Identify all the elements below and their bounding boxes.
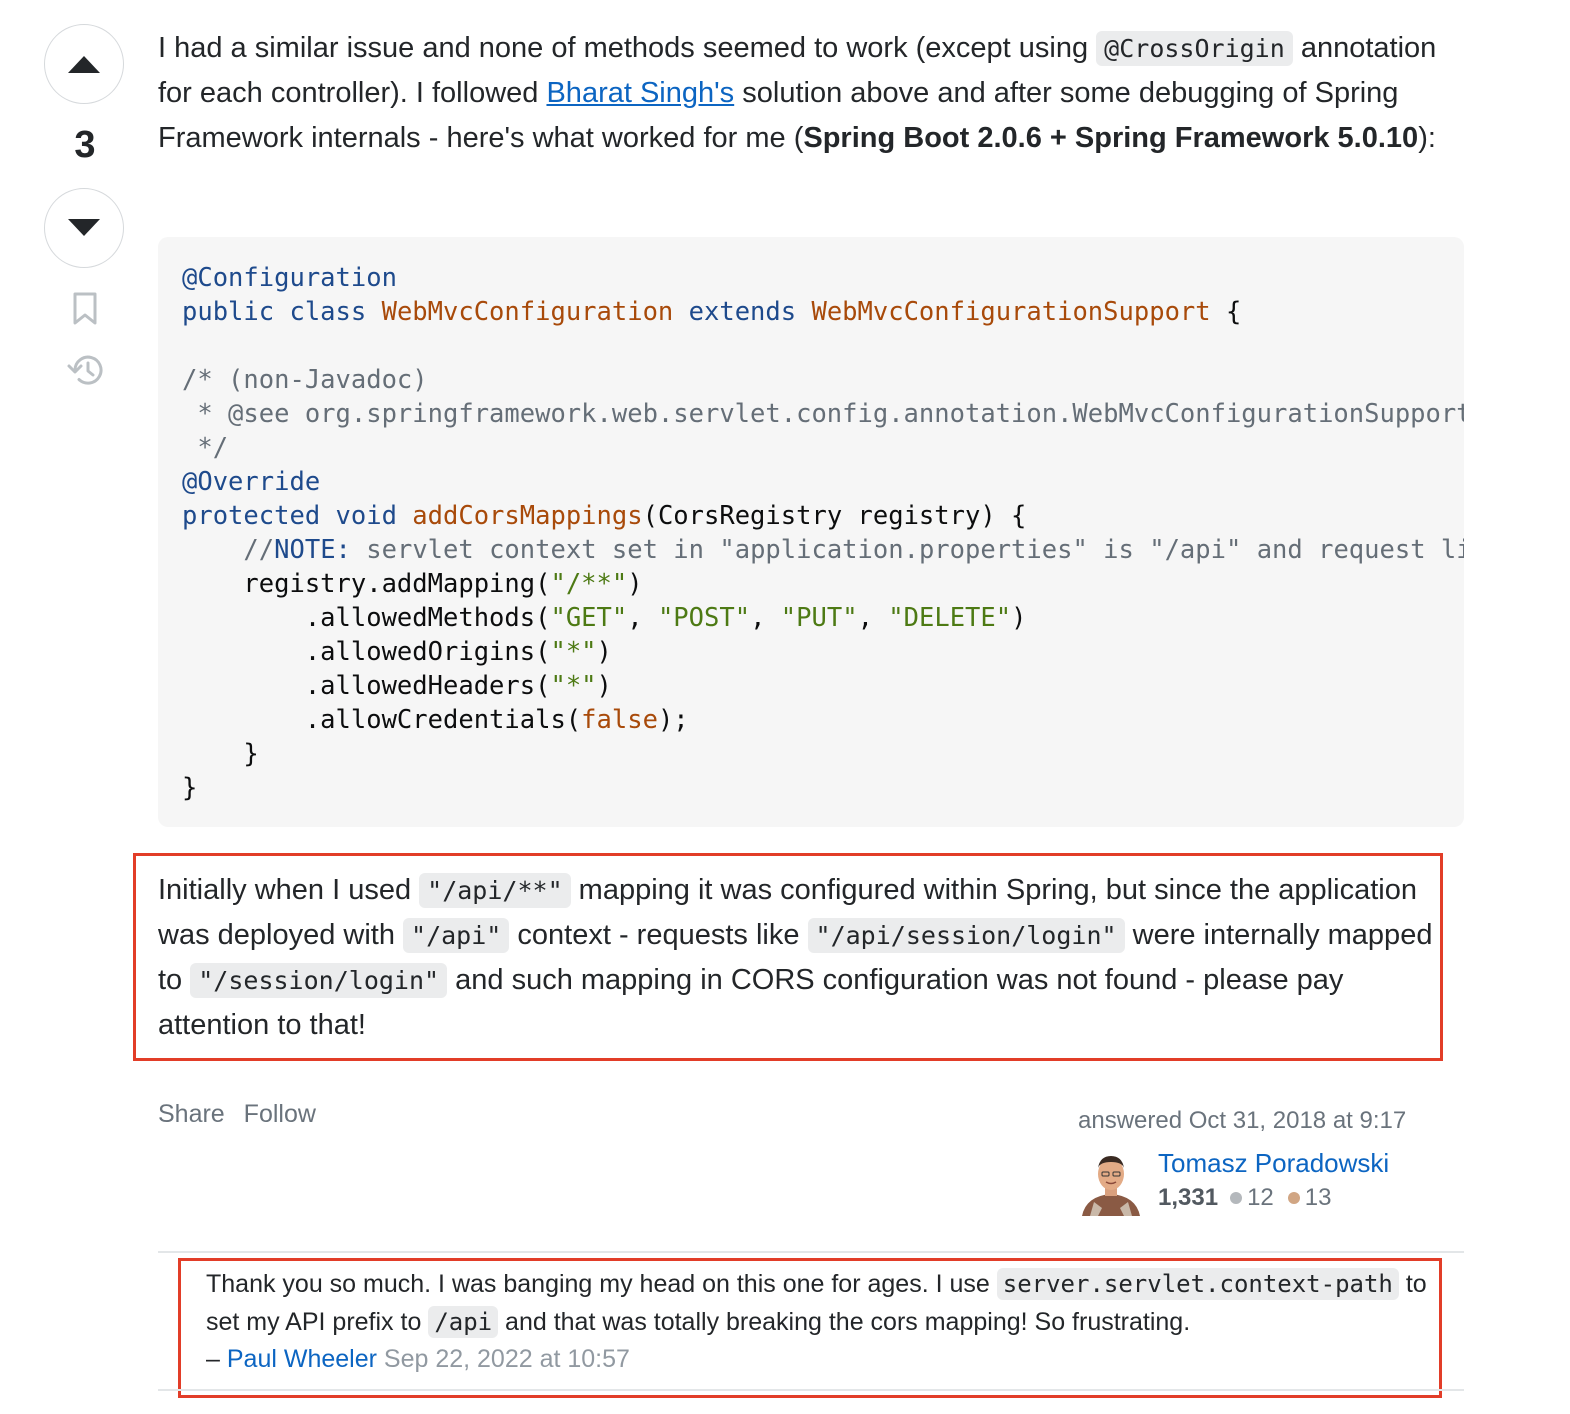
inline-code: "/api"	[403, 918, 510, 953]
user-photo-icon	[1078, 1150, 1144, 1216]
history-button[interactable]	[66, 352, 106, 393]
intro-paragraph: I had a similar issue and none of method…	[158, 31, 1437, 154]
comment-date[interactable]: Sep 22, 2022 at 10:57	[384, 1345, 630, 1373]
history-icon	[67, 355, 103, 385]
avatar[interactable]	[1078, 1150, 1144, 1216]
bronze-badge-count: 13	[1304, 1184, 1332, 1211]
silver-badge-count: 12	[1247, 1184, 1274, 1211]
upvote-button[interactable]	[44, 24, 124, 104]
inline-code: "/session/login"	[190, 963, 448, 998]
answered-timestamp[interactable]: answered Oct 31, 2018 at 9:17	[1078, 1107, 1406, 1135]
inline-code: "/api/session/login"	[807, 918, 1125, 953]
silver-badge-icon	[1230, 1192, 1243, 1204]
triangle-up-icon	[68, 56, 100, 73]
inline-code: server.servlet.context-path	[996, 1268, 1399, 1300]
vote-count: 3	[74, 124, 96, 166]
comment: Thank you so much. I was banging my head…	[206, 1268, 1427, 1373]
bookmark-button[interactable]	[72, 292, 98, 331]
note-paragraph: Initially when I used "/api/**" mapping …	[158, 873, 1433, 1041]
share-link[interactable]: Share	[158, 1100, 225, 1128]
post-menu: Share Follow	[158, 1100, 328, 1129]
inline-code: "/api/**"	[419, 873, 571, 908]
code-content: @Configuration public class WebMvcConfig…	[182, 263, 1464, 803]
comment-divider	[158, 1389, 1464, 1391]
triangle-down-icon	[68, 219, 100, 236]
comment-divider	[158, 1251, 1464, 1253]
user-link[interactable]: Bharat Singh's	[546, 77, 734, 109]
user-stats: 1,331 12 13	[1158, 1184, 1345, 1212]
comment-user-link[interactable]: Paul Wheeler	[227, 1345, 377, 1373]
follow-link[interactable]: Follow	[244, 1100, 316, 1128]
code-block[interactable]: @Configuration public class WebMvcConfig…	[158, 237, 1464, 827]
downvote-button[interactable]	[44, 188, 124, 268]
user-name-link[interactable]: Tomasz Poradowski	[1158, 1148, 1389, 1179]
answer-body: I had a similar issue and none of method…	[158, 26, 1458, 161]
reputation-score: 1,331	[1158, 1184, 1219, 1211]
inline-code: @CrossOrigin	[1096, 31, 1293, 66]
version-bold: Spring Boot 2.0.6 + Spring Framework 5.0…	[803, 122, 1419, 154]
bookmark-icon	[73, 292, 97, 325]
bronze-badge-icon	[1287, 1192, 1300, 1204]
inline-code: /api	[428, 1305, 499, 1338]
